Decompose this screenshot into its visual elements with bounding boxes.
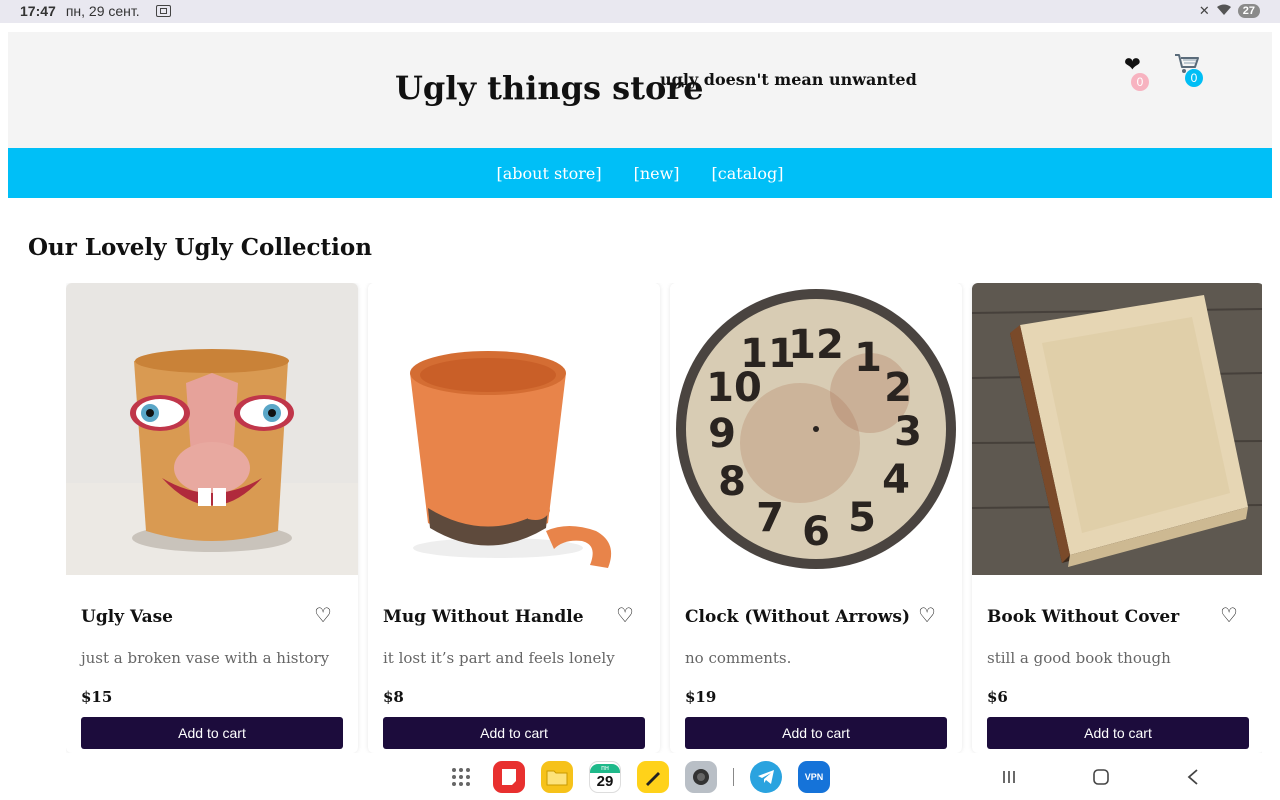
svg-text:3: 3 bbox=[894, 409, 922, 455]
pen-app-icon[interactable] bbox=[637, 761, 669, 793]
product-description: still a good book though bbox=[987, 649, 1171, 667]
svg-text:8: 8 bbox=[718, 459, 746, 505]
product-price: $15 bbox=[81, 688, 113, 706]
product-card: Ugly Vase ♡ just a broken vase with a hi… bbox=[66, 283, 358, 753]
notes-app-icon[interactable] bbox=[493, 761, 525, 793]
vpn-app-icon[interactable]: VPN bbox=[798, 761, 830, 793]
svg-text:6: 6 bbox=[802, 509, 830, 555]
vpn-label: VPN bbox=[804, 772, 824, 782]
svg-text:7: 7 bbox=[756, 495, 784, 541]
old-book-image[interactable] bbox=[972, 283, 1262, 575]
battery-indicator: 27 bbox=[1237, 4, 1260, 18]
product-name: Clock (Without Arrows) bbox=[685, 607, 911, 627]
product-card: 12 1 2 3 4 5 6 7 8 9 10 11 Clock (Withou… bbox=[670, 283, 962, 753]
svg-text:12: 12 bbox=[788, 322, 844, 368]
android-taskbar: пн 29 VPN bbox=[0, 753, 1280, 800]
heart-outline-icon[interactable]: ♡ bbox=[918, 605, 936, 625]
calendar-day: 29 bbox=[596, 772, 614, 790]
nav-catalog[interactable]: [catalog] bbox=[712, 164, 784, 183]
heart-outline-icon[interactable]: ♡ bbox=[314, 605, 332, 625]
product-description: just a broken vase with a history bbox=[81, 649, 330, 667]
add-to-cart-button[interactable]: Add to cart bbox=[383, 717, 645, 749]
svg-text:9: 9 bbox=[708, 411, 736, 457]
calendar-app-icon[interactable]: пн 29 bbox=[589, 761, 621, 793]
screenshot-icon bbox=[155, 5, 171, 17]
heart-outline-icon[interactable]: ♡ bbox=[1220, 605, 1238, 625]
add-to-cart-button[interactable]: Add to cart bbox=[987, 717, 1249, 749]
product-card: Book Without Cover ♡ still a good book t… bbox=[972, 283, 1262, 753]
svg-text:4: 4 bbox=[882, 457, 910, 503]
product-name: Mug Without Handle bbox=[383, 607, 584, 627]
store-tagline: ugly doesn't mean unwanted bbox=[660, 70, 917, 89]
add-to-cart-button[interactable]: Add to cart bbox=[685, 717, 947, 749]
status-time: 17:47 bbox=[20, 3, 56, 19]
app-drawer-icon[interactable] bbox=[445, 761, 477, 793]
heart-outline-icon[interactable]: ♡ bbox=[616, 605, 634, 625]
calendar-weekday: пн bbox=[590, 763, 620, 773]
telegram-app-icon[interactable] bbox=[750, 761, 782, 793]
product-grid: Ugly Vase ♡ just a broken vase with a hi… bbox=[66, 283, 1262, 753]
svg-text:2: 2 bbox=[884, 365, 912, 411]
back-icon[interactable] bbox=[1177, 761, 1209, 793]
nav-about-store[interactable]: [about store] bbox=[496, 164, 601, 183]
product-name: Book Without Cover bbox=[987, 607, 1180, 627]
taskbar-divider bbox=[733, 768, 734, 786]
wifi-icon bbox=[1216, 4, 1232, 19]
store-header: Ugly things store ugly doesn't mean unwa… bbox=[8, 32, 1272, 148]
recents-icon[interactable] bbox=[993, 761, 1025, 793]
product-price: $19 bbox=[685, 688, 717, 706]
mute-icon: ✕ bbox=[1198, 3, 1210, 18]
svg-text:1: 1 bbox=[854, 335, 882, 381]
status-date: пн, 29 сент. bbox=[65, 3, 140, 19]
product-name: Ugly Vase bbox=[81, 607, 173, 627]
status-bar: 17:47 пн, 29 сент. ✕ 27 bbox=[0, 0, 1280, 23]
cart-count-badge: 0 bbox=[1185, 69, 1203, 87]
home-icon[interactable] bbox=[1085, 761, 1117, 793]
svg-text:5: 5 bbox=[848, 495, 876, 541]
add-to-cart-button[interactable]: Add to cart bbox=[81, 717, 343, 749]
product-price: $8 bbox=[383, 688, 404, 706]
main-nav: [about store] [new] [catalog] bbox=[8, 148, 1272, 198]
product-description: no comments. bbox=[685, 649, 792, 667]
nav-new[interactable]: [new] bbox=[634, 164, 680, 183]
product-price: $6 bbox=[987, 688, 1008, 706]
collection-title: Our Lovely Ugly Collection bbox=[28, 234, 372, 261]
favorites-count-badge: 0 bbox=[1131, 73, 1149, 91]
ugly-face-vase-image[interactable] bbox=[66, 283, 358, 575]
product-description: it lost it’s part and feels lonely bbox=[383, 649, 615, 667]
product-card: Mug Without Handle ♡ it lost it’s part a… bbox=[368, 283, 660, 753]
broken-mug-image[interactable] bbox=[368, 283, 660, 575]
store-title: Ugly things store bbox=[395, 69, 704, 107]
files-app-icon[interactable] bbox=[541, 761, 573, 793]
clock-face-image[interactable]: 12 1 2 3 4 5 6 7 8 9 10 11 bbox=[670, 283, 962, 575]
camera-app-icon[interactable] bbox=[685, 761, 717, 793]
svg-text:11: 11 bbox=[740, 331, 796, 377]
